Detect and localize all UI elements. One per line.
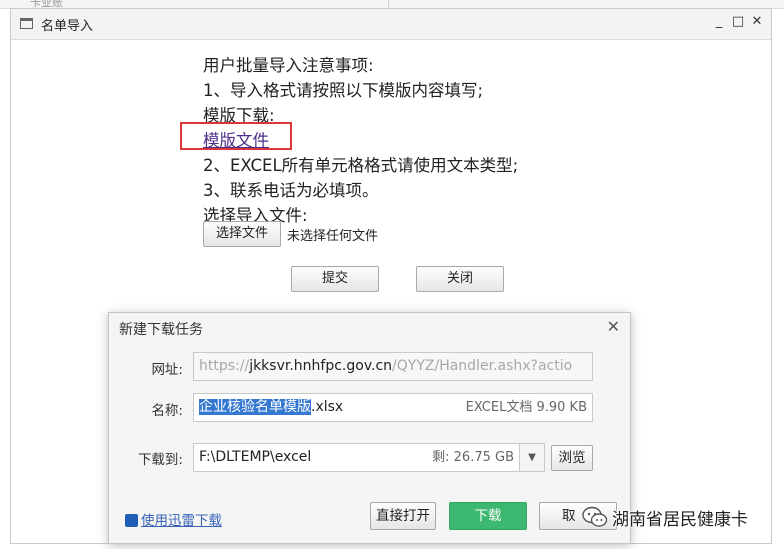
save-path-label: 下载到: <box>137 452 183 468</box>
save-path-select[interactable]: F:\DLTEMP\excel 剩: 26.75 GB ▼ <box>193 443 545 472</box>
new-download-task-dialog: 新建下载任务 ✕ 网址: https://jkksvr.hnhfpc.gov.c… <box>108 312 631 544</box>
url-prefix: https:// <box>199 358 250 374</box>
minimize-icon[interactable]: _ <box>711 14 727 29</box>
instruction-item-3: 3、联系电话为必填项。 <box>203 181 379 200</box>
open-directly-button[interactable]: 直接打开 <box>370 502 436 530</box>
free-space: 剩: 26.75 GB <box>432 450 514 465</box>
choose-file-button[interactable]: 选择文件 <box>203 221 281 247</box>
instruction-item-1: 1、导入格式请按照以下模版内容填写; <box>203 81 484 100</box>
download-dialog-close-icon[interactable]: ✕ <box>607 317 620 336</box>
window-icon <box>20 18 33 29</box>
download-button[interactable]: 下载 <box>449 502 527 530</box>
close-button[interactable]: 关闭 <box>416 266 504 292</box>
save-path-value: F:\DLTEMP\excel <box>199 449 312 465</box>
url-field[interactable]: https://jkksvr.hnhfpc.gov.cn/QYYZ/Handle… <box>193 352 593 381</box>
window-titlebar[interactable]: 名单导入 _ □ ✕ <box>11 9 771 40</box>
background-divider <box>388 0 389 8</box>
submit-button[interactable]: 提交 <box>291 266 379 292</box>
window-title: 名单导入 <box>41 19 94 34</box>
url-suffix: /QYYZ/Handler.ashx?actio <box>392 358 573 374</box>
watermark: 湖南省居民健康卡 <box>582 500 772 534</box>
filename-extension: .xlsx <box>311 399 344 415</box>
instruction-item-2: 2、EXCEL所有单元格格式请使用文本类型; <box>203 156 519 175</box>
url-host: jkksvr.hnhfpc.gov.cn <box>249 358 393 374</box>
name-label: 名称: <box>151 403 183 419</box>
filename-selected-text: 企业核验名单模版 <box>199 399 311 415</box>
thunder-download-link[interactable]: 使用迅雷下载 <box>125 509 222 529</box>
chevron-down-icon[interactable]: ▼ <box>519 444 544 471</box>
maximize-icon[interactable]: □ <box>730 14 746 29</box>
file-status: 未选择任何文件 <box>287 229 379 244</box>
download-dialog-title: 新建下载任务 <box>119 322 203 338</box>
url-label: 网址: <box>151 362 183 378</box>
instructions-heading: 用户批量导入注意事项: <box>203 56 374 75</box>
watermark-text: 湖南省居民健康卡 <box>612 510 748 530</box>
filename-field[interactable]: 企业核验名单模版.xlsx EXCEL文档 9.90 KB <box>193 393 593 422</box>
template-link-highlight-box <box>180 122 292 150</box>
thunder-icon <box>125 514 138 527</box>
thunder-link-text: 使用迅雷下载 <box>141 513 222 529</box>
close-icon[interactable]: ✕ <box>749 14 765 29</box>
file-size: EXCEL文档 9.90 KB <box>465 400 587 415</box>
wechat-icon <box>582 506 608 527</box>
browse-button[interactable]: 浏览 <box>551 445 593 471</box>
